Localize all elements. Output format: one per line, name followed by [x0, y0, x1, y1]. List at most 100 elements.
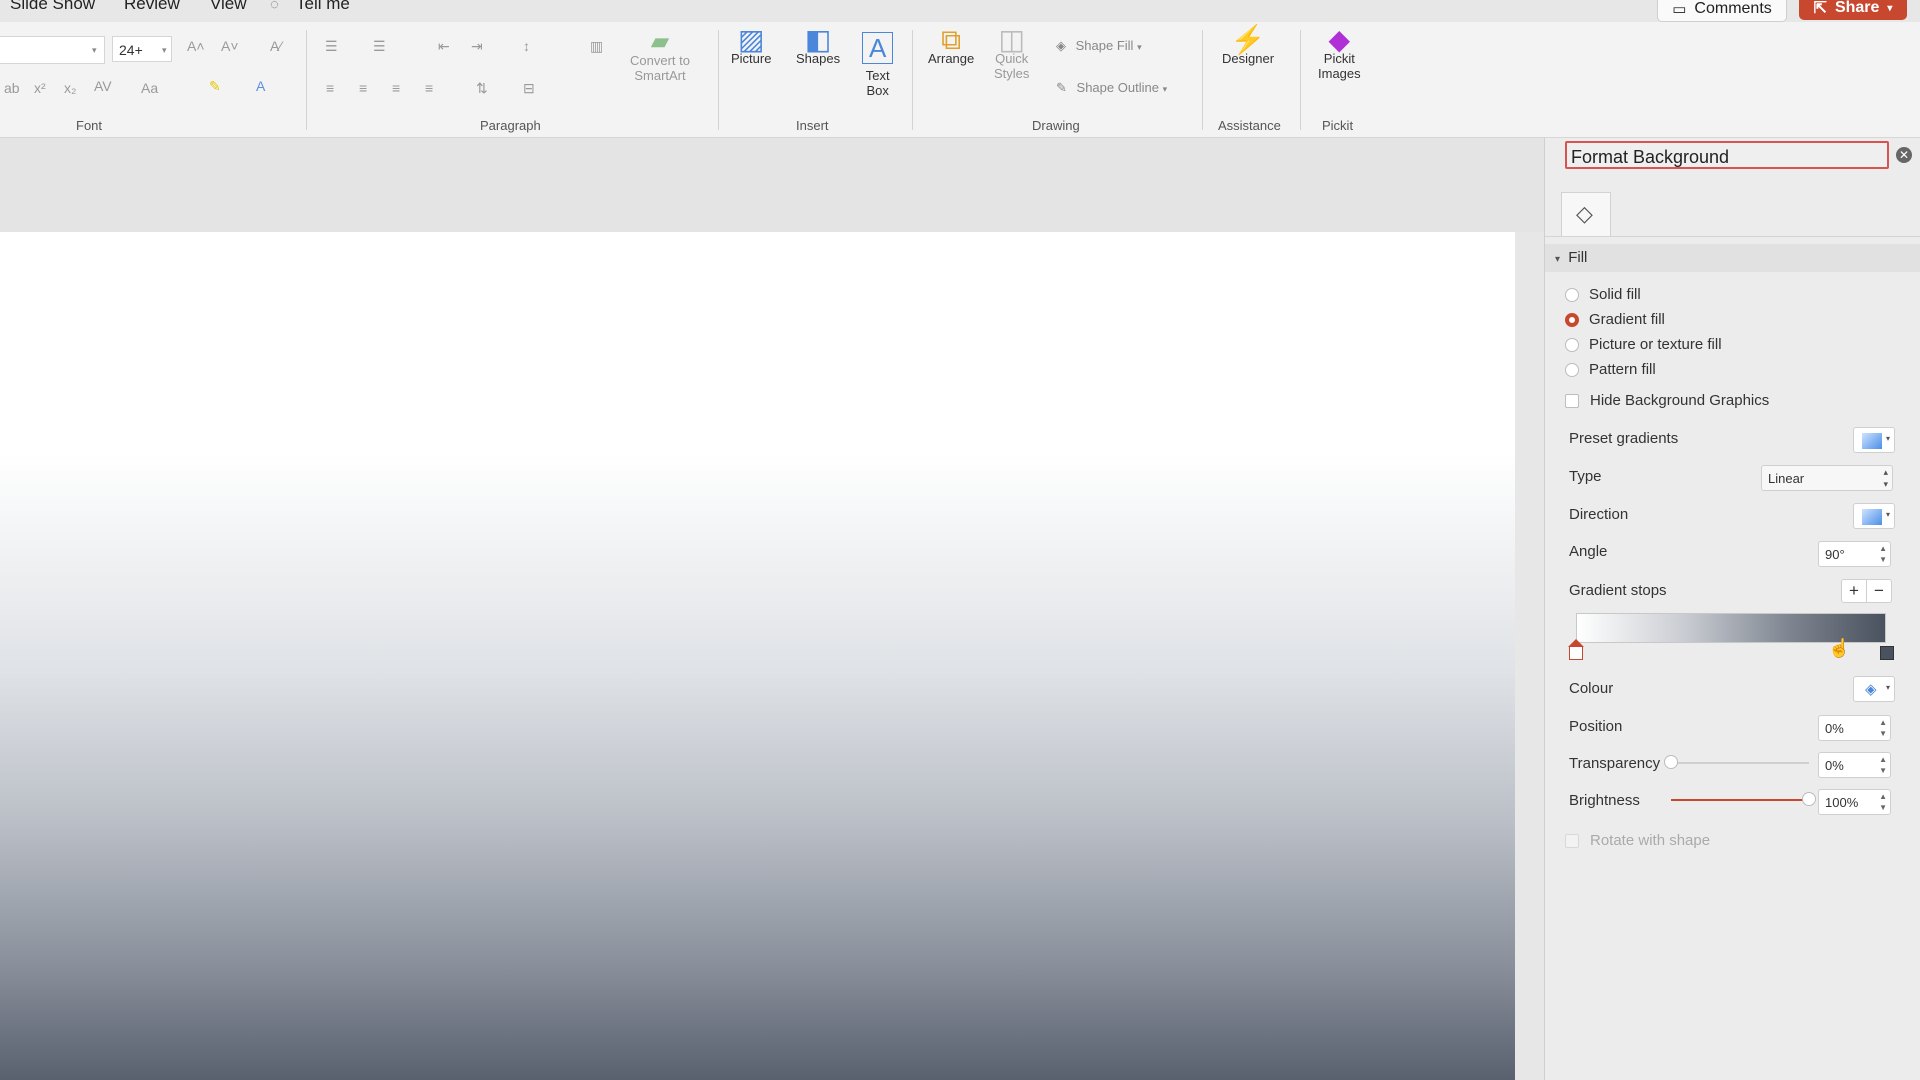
text-direction-icon[interactable]: ⇅ — [476, 80, 488, 97]
align-right-icon[interactable]: ≡ — [392, 80, 400, 96]
shape-fill-label: Shape Fill — [1075, 38, 1134, 53]
transparency-input[interactable]: 0% ▲ ▼ — [1818, 752, 1891, 778]
picture-texture-fill-label: Picture or texture fill — [1589, 336, 1722, 353]
chevron-down-icon: ▾ — [1887, 2, 1893, 14]
comments-button[interactable]: ▭ Comments — [1657, 0, 1787, 22]
fill-section-header[interactable]: ▾ Fill — [1545, 244, 1920, 272]
chevron-down-icon: ▾ — [1555, 254, 1561, 265]
pickit-icon: ◆ — [1328, 24, 1351, 55]
add-stop-button[interactable]: + — [1841, 579, 1867, 603]
position-value: 0% — [1825, 721, 1844, 736]
quick-styles-button[interactable]: ◫ Quick Styles — [994, 26, 1029, 82]
colour-dropdown[interactable]: ◈ ▾ — [1853, 676, 1895, 702]
strikethrough-icon[interactable]: ab — [4, 80, 20, 96]
font-color-icon[interactable]: A — [256, 78, 265, 94]
spinner-icon[interactable]: ▲ ▼ — [1879, 791, 1887, 813]
menu-view[interactable]: View — [210, 0, 247, 14]
direction-dropdown[interactable]: ▾ — [1853, 503, 1895, 529]
pane-title[interactable]: Format Background — [1565, 141, 1889, 169]
columns-icon[interactable]: ▥ — [590, 38, 603, 55]
slide-canvas-background — [0, 138, 1545, 232]
brightness-input[interactable]: 100% ▲ ▼ — [1818, 789, 1891, 815]
menu-slide-show[interactable]: Slide Show — [10, 0, 95, 14]
increase-font-icon[interactable]: A˄ — [187, 38, 205, 54]
type-select[interactable]: Linear ▴ ▾ — [1761, 465, 1893, 491]
solid-fill-radio[interactable] — [1565, 287, 1579, 302]
remove-stop-button[interactable]: − — [1866, 579, 1892, 603]
hide-bg-graphics-label: Hide Background Graphics — [1590, 392, 1770, 409]
hide-bg-graphics-checkbox[interactable] — [1565, 393, 1579, 408]
angle-label: Angle — [1569, 543, 1608, 560]
transparency-slider-thumb[interactable] — [1664, 755, 1678, 769]
character-spacing-icon[interactable]: AV — [94, 78, 112, 94]
line-spacing-icon[interactable]: ↕ — [523, 38, 530, 54]
bullets-icon[interactable]: ☰ — [325, 38, 338, 55]
shape-outline-button[interactable]: ✎ Shape Outline ▾ — [1056, 80, 1167, 96]
gradient-stop-right[interactable] — [1880, 646, 1894, 660]
picture-button[interactable]: ▨ Picture — [731, 24, 771, 67]
chevron-down-icon: ▾ — [1886, 434, 1891, 443]
designer-button[interactable]: ⚡ Designer — [1222, 26, 1274, 67]
pattern-fill-radio[interactable] — [1565, 362, 1579, 377]
gradient-fill-radio[interactable] — [1565, 312, 1579, 327]
increase-indent-icon[interactable]: ⇥ — [471, 38, 483, 55]
justify-icon[interactable]: ≡ — [425, 80, 433, 96]
align-center-icon[interactable]: ≡ — [359, 80, 367, 96]
decrease-indent-icon[interactable]: ⇤ — [438, 38, 450, 55]
chevron-down-icon: ▾ — [1137, 42, 1142, 52]
pickit-images-button[interactable]: ◆ Pickit Images — [1318, 24, 1361, 82]
position-input[interactable]: 0% ▲ ▼ — [1818, 715, 1891, 741]
close-icon[interactable]: ✕ — [1896, 147, 1912, 163]
drawing-group-label: Drawing — [1032, 118, 1080, 133]
pickit-images-label: Pickit Images — [1318, 51, 1361, 81]
pattern-fill-option[interactable]: Pattern fill — [1565, 361, 1656, 378]
picture-texture-fill-radio[interactable] — [1565, 337, 1579, 352]
mouse-pointer-icon: ☝ — [1828, 638, 1851, 658]
font-name-box[interactable]: ▾ — [0, 36, 105, 64]
preset-gradients-dropdown[interactable]: ▾ — [1853, 427, 1895, 453]
shapes-button[interactable]: ◧ Shapes — [796, 26, 840, 67]
picture-texture-fill-option[interactable]: Picture or texture fill — [1565, 336, 1722, 353]
gradient-stop-left[interactable] — [1569, 646, 1583, 660]
fill-tab[interactable]: ◇ — [1561, 192, 1611, 237]
chevron-down-icon: ▾ — [162, 45, 167, 55]
paint-bucket-icon: ◈ — [1865, 681, 1877, 698]
angle-input[interactable]: 90° ▲ ▼ — [1818, 541, 1891, 567]
convert-smartart-button[interactable]: ▰ Convert to SmartArt — [630, 28, 690, 84]
insert-group-label: Insert — [796, 118, 829, 133]
smartart-icon: ▰ — [650, 28, 670, 55]
ribbon: ▾ 24+ ▾ A˄ A˅ A⁄ ab x² x₂ AV Aa ✎ A Font… — [0, 22, 1920, 138]
pen-icon: ✎ — [1056, 80, 1067, 95]
shape-fill-button[interactable]: ◈ Shape Fill ▾ — [1056, 38, 1142, 54]
subscript-icon[interactable]: x₂ — [64, 80, 76, 96]
align-text-icon[interactable]: ⊟ — [523, 80, 535, 97]
menu-tell-me[interactable]: Tell me — [296, 0, 350, 14]
transparency-slider[interactable] — [1664, 755, 1809, 769]
align-left-icon[interactable]: ≡ — [326, 80, 334, 96]
lightbulb-icon: ◌ — [270, 0, 279, 13]
slide[interactable] — [0, 232, 1515, 1080]
picture-icon: ▨ — [738, 24, 765, 55]
hide-bg-graphics-option[interactable]: Hide Background Graphics — [1565, 392, 1769, 409]
brightness-slider-fill — [1671, 799, 1809, 801]
numbering-icon[interactable]: ☰ — [373, 38, 386, 55]
gradient-fill-option[interactable]: Gradient fill — [1565, 311, 1665, 328]
solid-fill-option[interactable]: Solid fill — [1565, 286, 1641, 303]
spinner-icon[interactable]: ▲ ▼ — [1879, 543, 1887, 565]
arrange-button[interactable]: ⧉ Arrange — [928, 26, 974, 67]
font-size-box[interactable]: 24+ ▾ — [112, 36, 172, 62]
change-case-icon[interactable]: Aa — [141, 80, 158, 96]
spinner-icon[interactable]: ▲ ▼ — [1879, 717, 1887, 739]
brightness-slider-thumb[interactable] — [1802, 792, 1816, 806]
clear-format-icon[interactable]: A⁄ — [270, 38, 282, 54]
menu-review[interactable]: Review — [124, 0, 180, 14]
comment-icon: ▭ — [1672, 1, 1687, 18]
rotate-with-shape-label: Rotate with shape — [1590, 832, 1711, 849]
text-box-button[interactable]: A Text Box — [862, 32, 894, 98]
superscript-icon[interactable]: x² — [34, 80, 46, 96]
decrease-font-icon[interactable]: A˅ — [221, 38, 239, 54]
brightness-slider[interactable] — [1671, 792, 1816, 806]
highlight-icon[interactable]: ✎ — [209, 78, 221, 95]
share-button[interactable]: ⇱ Share ▾ — [1799, 0, 1907, 20]
spinner-icon[interactable]: ▲ ▼ — [1879, 754, 1887, 776]
